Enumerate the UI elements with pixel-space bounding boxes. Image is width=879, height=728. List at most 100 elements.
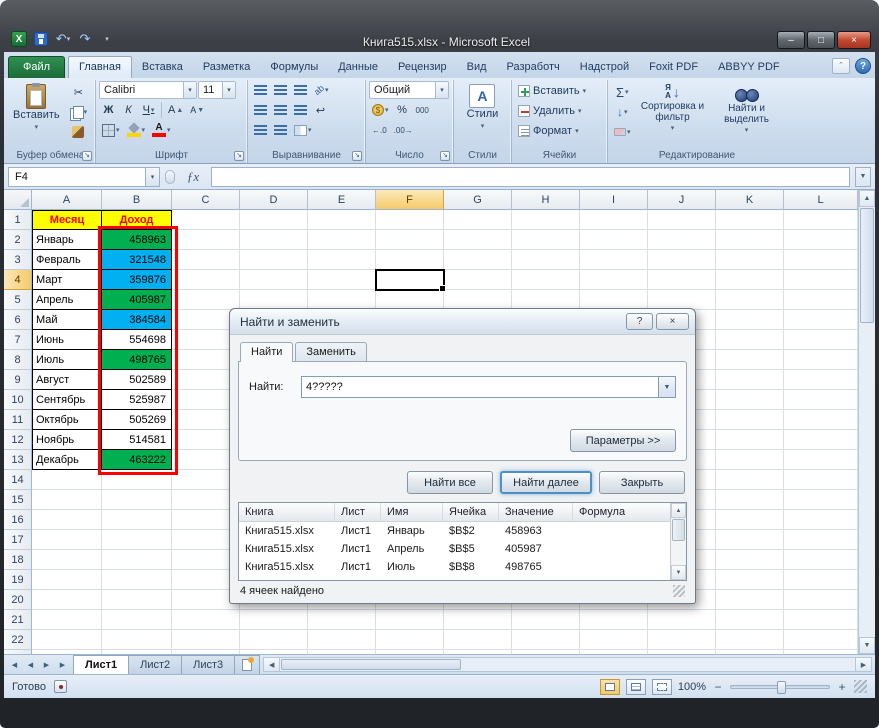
- cell-K15[interactable]: [716, 490, 784, 510]
- cell-C2[interactable]: [172, 230, 240, 250]
- clipboard-dialog-launcher[interactable]: ↘: [82, 151, 92, 161]
- cell-J4[interactable]: [648, 270, 716, 290]
- results-column-header[interactable]: Ячейка: [443, 503, 499, 521]
- find-what-input[interactable]: [302, 377, 658, 397]
- close-dialog-button[interactable]: Закрыть: [599, 471, 685, 494]
- find-select-button[interactable]: Найти и выделить ▾: [712, 81, 782, 135]
- cell-G23[interactable]: [444, 650, 512, 654]
- cell-K22[interactable]: [716, 630, 784, 650]
- horizontal-scrollbar[interactable]: ◀ ▶: [263, 657, 872, 672]
- cell-A10[interactable]: Сентябрь: [32, 390, 102, 410]
- vertical-scrollbar[interactable]: ▲ ▼: [858, 190, 875, 654]
- wrap-text-button[interactable]: ↩: [311, 101, 330, 119]
- cell-G4[interactable]: [444, 270, 512, 290]
- cell-A18[interactable]: [32, 550, 102, 570]
- cell-H1[interactable]: [512, 210, 580, 230]
- cell-F21[interactable]: [376, 610, 444, 630]
- row-header-16[interactable]: 16: [4, 510, 32, 530]
- decrease-indent-button[interactable]: [251, 121, 270, 139]
- dialog-resize-grip[interactable]: [673, 585, 685, 597]
- cell-A9[interactable]: Август: [32, 370, 102, 390]
- cell-E21[interactable]: [308, 610, 376, 630]
- cell-K20[interactable]: [716, 590, 784, 610]
- cell-K23[interactable]: [716, 650, 784, 654]
- save-button[interactable]: [32, 30, 50, 48]
- ribbon-tab[interactable]: ABBYY PDF: [708, 57, 790, 78]
- decrease-font-button[interactable]: А▼: [187, 101, 207, 119]
- cell-L18[interactable]: [784, 550, 858, 570]
- cell-H3[interactable]: [512, 250, 580, 270]
- cell-I2[interactable]: [580, 230, 648, 250]
- cell-G21[interactable]: [444, 610, 512, 630]
- row-header-15[interactable]: 15: [4, 490, 32, 510]
- paste-button[interactable]: Вставить ▾: [9, 81, 64, 132]
- results-column-header[interactable]: Формула: [573, 503, 670, 521]
- name-box-resize-handle[interactable]: [165, 170, 175, 184]
- cell-A1[interactable]: Месяц: [32, 210, 102, 230]
- sheet-tab[interactable]: Лист1: [73, 655, 129, 674]
- row-header-23[interactable]: 23: [4, 650, 32, 654]
- cell-F5[interactable]: [376, 290, 444, 310]
- number-format-combo[interactable]: Общий▾: [369, 81, 449, 99]
- column-header-J[interactable]: J: [648, 190, 716, 210]
- dialog-close-button[interactable]: ×: [656, 313, 689, 330]
- cell-K12[interactable]: [716, 430, 784, 450]
- ribbon-tab[interactable]: Вставка: [132, 57, 193, 78]
- cell-E1[interactable]: [308, 210, 376, 230]
- cell-C3[interactable]: [172, 250, 240, 270]
- cell-A8[interactable]: Июль: [32, 350, 102, 370]
- column-header-B[interactable]: B: [102, 190, 172, 210]
- cell-K4[interactable]: [716, 270, 784, 290]
- cell-K9[interactable]: [716, 370, 784, 390]
- results-scroll-up[interactable]: ▲: [671, 503, 686, 518]
- cell-D2[interactable]: [240, 230, 308, 250]
- cell-G5[interactable]: [444, 290, 512, 310]
- font-dialog-launcher[interactable]: ↘: [234, 151, 244, 161]
- cell-K1[interactable]: [716, 210, 784, 230]
- cell-H23[interactable]: [512, 650, 580, 654]
- row-header-6[interactable]: 6: [4, 310, 32, 330]
- align-left-button[interactable]: [251, 101, 270, 119]
- cell-G2[interactable]: [444, 230, 512, 250]
- font-name-combo[interactable]: Calibri▾: [99, 81, 197, 99]
- cell-L1[interactable]: [784, 210, 858, 230]
- scroll-down-arrow[interactable]: ▼: [859, 637, 875, 654]
- cell-L13[interactable]: [784, 450, 858, 470]
- expand-formula-bar-button[interactable]: ▼: [855, 167, 871, 187]
- row-header-21[interactable]: 21: [4, 610, 32, 630]
- format-cells-button[interactable]: Формат▾: [515, 121, 582, 140]
- find-next-button[interactable]: Найти далее: [500, 471, 592, 494]
- column-header-G[interactable]: G: [444, 190, 512, 210]
- decrease-decimal-button[interactable]: .00→: [391, 121, 416, 139]
- column-header-E[interactable]: E: [308, 190, 376, 210]
- cell-A12[interactable]: Ноябрь: [32, 430, 102, 450]
- row-header-5[interactable]: 5: [4, 290, 32, 310]
- align-bottom-button[interactable]: [291, 81, 310, 99]
- cell-C22[interactable]: [172, 630, 240, 650]
- ribbon-tab[interactable]: Данные: [328, 57, 388, 78]
- column-header-A[interactable]: A: [32, 190, 102, 210]
- align-middle-button[interactable]: [271, 81, 290, 99]
- ribbon-tab[interactable]: Foxit PDF: [639, 57, 708, 78]
- cell-B15[interactable]: [102, 490, 172, 510]
- cell-K18[interactable]: [716, 550, 784, 570]
- cell-B16[interactable]: [102, 510, 172, 530]
- cell-A20[interactable]: [32, 590, 102, 610]
- cell-H21[interactable]: [512, 610, 580, 630]
- cell-G1[interactable]: [444, 210, 512, 230]
- cell-H2[interactable]: [512, 230, 580, 250]
- accounting-format-button[interactable]: $▾: [369, 101, 392, 119]
- italic-button[interactable]: К: [119, 101, 138, 119]
- cell-L20[interactable]: [784, 590, 858, 610]
- formula-input[interactable]: [211, 167, 850, 187]
- dialog-help-button[interactable]: ?: [626, 313, 653, 330]
- cell-J21[interactable]: [648, 610, 716, 630]
- alignment-dialog-launcher[interactable]: ↘: [352, 151, 362, 161]
- cell-I22[interactable]: [580, 630, 648, 650]
- fill-color-button[interactable]: ▾: [124, 121, 149, 139]
- cell-L3[interactable]: [784, 250, 858, 270]
- cell-K3[interactable]: [716, 250, 784, 270]
- page-break-view-button[interactable]: [652, 679, 672, 695]
- row-header-14[interactable]: 14: [4, 470, 32, 490]
- cell-D21[interactable]: [240, 610, 308, 630]
